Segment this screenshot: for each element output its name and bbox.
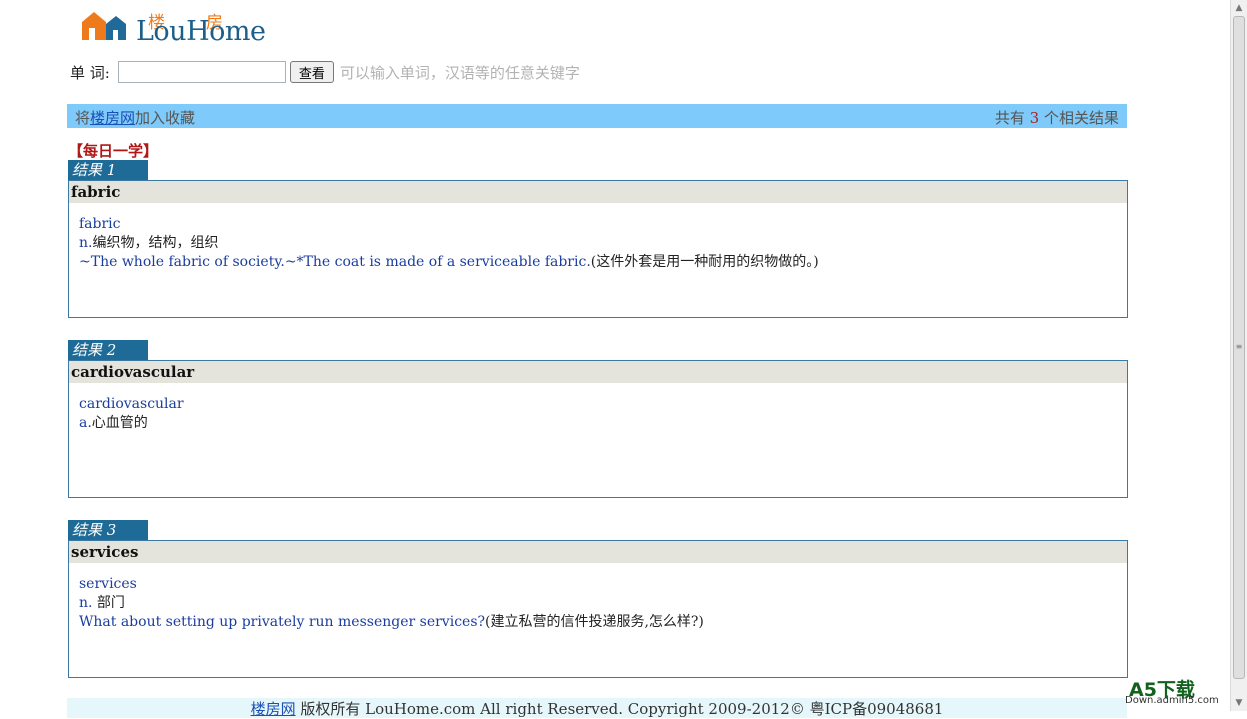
result-body: fabric n.编织物，结构，组织 ~The whole fabric of … [69,203,1127,272]
scroll-down-icon[interactable]: ▼ [1232,695,1246,711]
search-button[interactable]: 查看 [289,61,334,83]
count-suffix: 个相关结果 [1039,109,1119,127]
result-box: cardiovascular cardiovascular a.心血管的 [68,360,1128,498]
result-definition: n. 部门 [79,594,1117,613]
result-count: 共有 3 个相关结果 [995,107,1119,128]
example-cn: (这件外套是用一种耐用的织物做的。) [590,254,819,270]
info-bar: 将楼房网加入收藏 共有 3 个相关结果 [67,104,1127,128]
definition-cn: 心血管的 [91,415,148,431]
result-example: ~The whole fabric of society.~*The coat … [79,253,1117,272]
result-tab: 结果 1 [68,160,148,180]
watermark: A5下载 Down.admin5.com [1125,675,1235,707]
site-logo[interactable]: 楼 房 LouHome [80,8,270,47]
footer-text: 版权所有 LouHome.com All right Reserved. Cop… [295,700,944,718]
part-of-speech: n. [79,235,93,251]
scrollbar-thumb[interactable]: ≡ [1233,16,1245,679]
footer-link[interactable]: 楼房网 [251,700,296,718]
result-box: fabric fabric n.编织物，结构，组织 ~The whole fab… [68,180,1128,318]
result-example: What about setting up privately run mess… [79,613,1117,632]
vertical-scrollbar[interactable]: ▲ ≡ ▼ [1230,0,1247,711]
result-box: services services n. 部门 What about setti… [68,540,1128,678]
footer: 楼房网 版权所有 LouHome.com All right Reserved.… [67,698,1127,718]
favorite-suffix: 加入收藏 [135,109,196,127]
favorite-text: 将楼房网加入收藏 [75,107,195,128]
result-body: cardiovascular a.心血管的 [69,383,1127,433]
result-definition: n.编织物，结构，组织 [79,234,1117,253]
search-input[interactable] [117,61,286,83]
result-body: services n. 部门 What about setting up pri… [69,563,1127,632]
count-number: 3 [1029,109,1040,127]
result-card: 结果 1 fabric fabric n.编织物，结构，组织 ~The whol… [68,160,1128,318]
example-cn: (建立私营的信件投递服务,怎么样?) [485,614,704,630]
example-en: ~The whole fabric of society.~*The coat … [79,254,591,270]
result-card: 结果 2 cardiovascular cardiovascular a.心血管… [68,340,1128,498]
definition-cn: 部门 [96,595,125,611]
result-tab: 结果 3 [68,520,148,540]
result-head: cardiovascular [69,361,1127,383]
house-logo-icon [82,12,126,40]
result-definition: a.心血管的 [79,414,1117,433]
favorite-link[interactable]: 楼房网 [90,109,135,127]
result-word: services [79,576,137,592]
example-en: What about setting up privately run mess… [79,614,486,630]
result-word: cardiovascular [79,396,184,412]
result-head: fabric [69,181,1127,203]
search-hint: 可以输入单词，汉语等的任意关键字 [339,63,580,82]
favorite-prefix: 将 [75,109,91,127]
definition-cn: 编织物，结构，组织 [92,235,219,251]
count-prefix: 共有 [994,109,1030,127]
search-label: 单 词: [70,63,110,82]
result-card: 结果 3 services services n. 部门 What about … [68,520,1128,678]
part-of-speech: a. [79,415,92,431]
logo-brand-text: LouHome [136,16,266,47]
result-head: services [69,541,1127,563]
result-word: fabric [79,216,121,232]
result-tab: 结果 2 [68,340,148,360]
scroll-up-icon[interactable]: ▲ [1232,0,1246,16]
watermark-url: Down.admin5.com [1125,695,1219,706]
part-of-speech: n. [79,595,97,611]
daily-title: 【每日一学】 [68,142,159,160]
grip-icon: ≡ [1235,342,1243,351]
search-bar: 单 词: 查看 可以输入单词，汉语等的任意关键字 [70,60,580,84]
